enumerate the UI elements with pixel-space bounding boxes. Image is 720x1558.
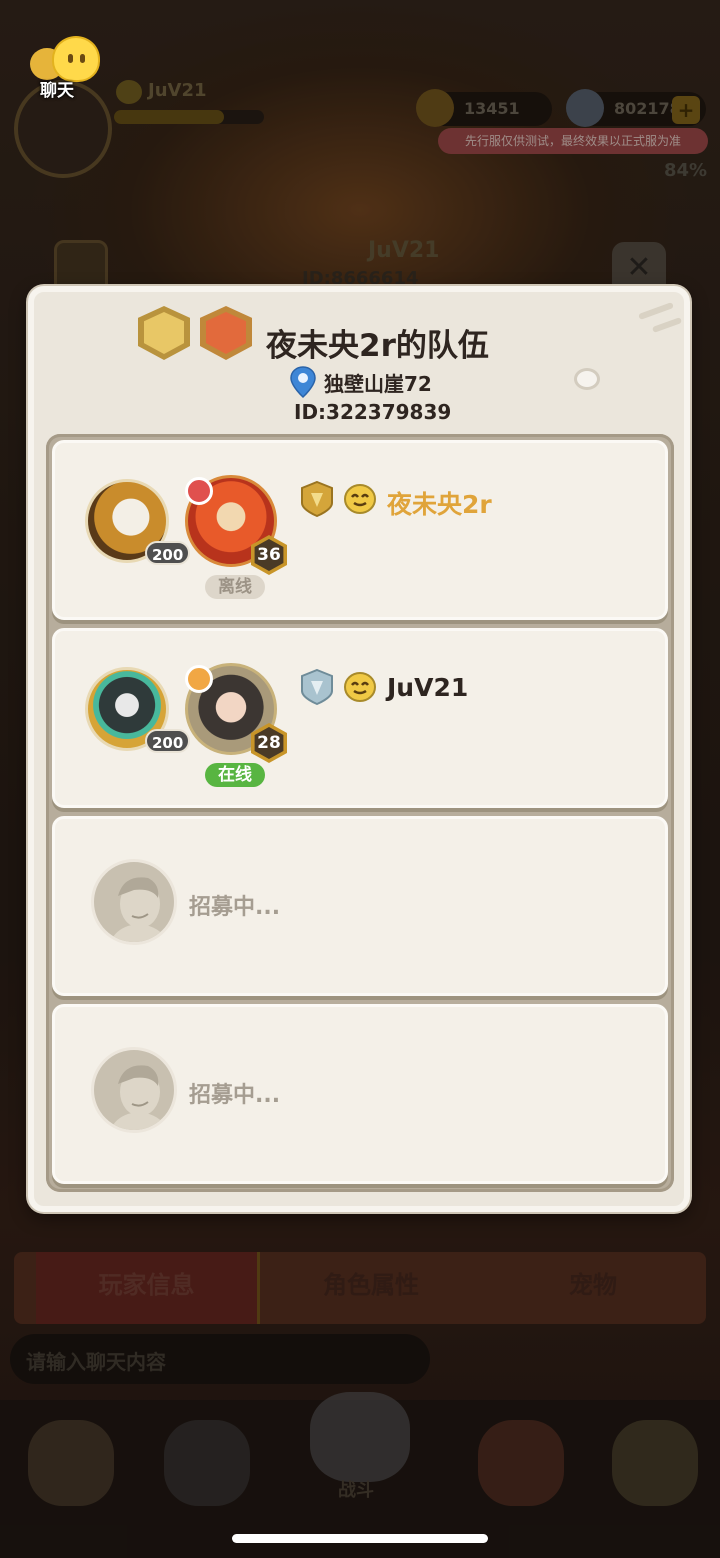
team-dialog: 夜未央2r的队伍 独壁山崖72 ID:322379839 200 36 离线 夜… bbox=[28, 286, 690, 1212]
empty-slot-card[interactable]: 招募中... bbox=[52, 1004, 668, 1184]
status-badge: 离线 bbox=[205, 575, 265, 599]
recruiting-label: 招募中... bbox=[189, 1083, 281, 1108]
team-title: 夜未央2r的队伍 bbox=[266, 328, 489, 364]
placeholder-avatar-icon bbox=[91, 1047, 177, 1133]
team-rank-icon bbox=[200, 306, 252, 360]
class-icon bbox=[185, 477, 213, 505]
recruiting-label: 招募中... bbox=[189, 895, 281, 920]
home-indicator[interactable] bbox=[232, 1534, 488, 1543]
chat-button[interactable]: 聊天 bbox=[26, 32, 106, 102]
empty-slot-card[interactable]: 招募中... bbox=[52, 816, 668, 996]
member-list: 200 36 离线 夜未央2r 200 28 在线 JuV21 招募中... 招… bbox=[46, 434, 674, 1192]
member-card[interactable]: 200 28 在线 JuV21 bbox=[52, 628, 668, 808]
class-icon bbox=[185, 665, 213, 693]
team-location: 独壁山崖72 bbox=[324, 372, 432, 396]
placeholder-avatar-icon bbox=[91, 859, 177, 945]
team-id: ID:322379839 bbox=[294, 400, 452, 424]
emoji-face-icon bbox=[344, 484, 376, 514]
player-name: 夜未央2r bbox=[387, 490, 492, 519]
rank-shield-icon bbox=[301, 481, 333, 517]
team-emblem-icon bbox=[138, 306, 190, 360]
location-pin-icon bbox=[290, 366, 316, 398]
emoji-face-icon bbox=[344, 672, 376, 702]
player-name: JuV21 bbox=[387, 673, 469, 702]
member-card[interactable]: 200 36 离线 夜未央2r bbox=[52, 440, 668, 620]
pet-level-badge: 200 bbox=[145, 541, 191, 565]
pet-level-badge: 200 bbox=[145, 729, 191, 753]
chat-label: 聊天 bbox=[40, 81, 74, 101]
rank-shield-icon bbox=[301, 669, 333, 705]
status-badge: 在线 bbox=[205, 763, 265, 787]
